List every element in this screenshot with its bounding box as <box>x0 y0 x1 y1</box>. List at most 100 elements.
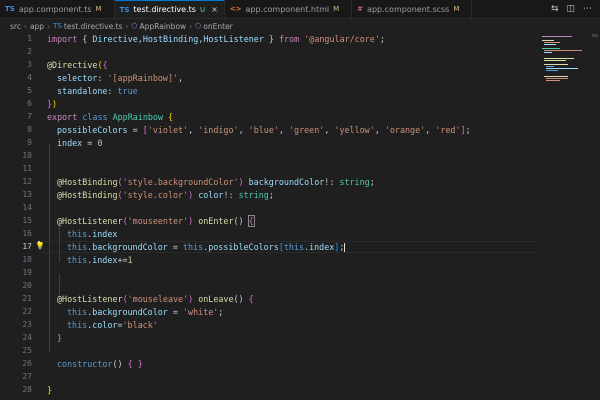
minimap[interactable] <box>540 34 590 84</box>
tab-label: app.component.ts <box>18 4 92 14</box>
token: this <box>283 242 305 252</box>
token: ) <box>52 99 58 109</box>
line-number-current: 17 <box>22 242 32 251</box>
line-number: 15 <box>22 216 32 225</box>
typescript-file-icon: TS <box>119 5 130 14</box>
token: ; <box>268 190 274 200</box>
typescript-file-icon: TS <box>5 5 15 13</box>
code-line: @HostBinding('style.backgroundColor') ba… <box>57 177 375 187</box>
split-editor-icon[interactable]: ◫ <box>566 4 575 14</box>
line-number: 2 <box>27 47 32 56</box>
code-line: @HostListener('mouseenter') onEnter() { <box>57 215 255 227</box>
token: = <box>82 138 98 148</box>
token: 'style.color' <box>122 190 189 200</box>
token: onEnter <box>198 216 234 226</box>
token: 'style.backgroundColor' <box>122 177 239 187</box>
line-number: 8 <box>27 125 32 134</box>
token: this <box>67 320 88 330</box>
breadcrumb-method[interactable]: onEnter <box>203 22 232 31</box>
code-line: this.index <box>67 229 117 239</box>
token: color <box>198 190 224 200</box>
code-line: this.backgroundColor = 'white'; <box>67 307 223 317</box>
line-number: 24 <box>22 333 32 342</box>
line-number: 14 <box>22 203 32 212</box>
text-cursor <box>344 243 346 252</box>
token: HostBinding <box>142 34 199 44</box>
line-number: 18 <box>22 255 32 264</box>
tab-label: app.component.html <box>245 4 330 14</box>
token: () <box>233 294 249 304</box>
token: = <box>167 242 183 252</box>
token: : <box>107 86 118 96</box>
minimap-line <box>544 50 582 51</box>
token: ; <box>379 34 385 44</box>
compare-changes-icon[interactable]: ⇆ <box>551 4 559 14</box>
breadcrumb-src[interactable]: src <box>10 22 21 31</box>
tab-label: app.component.scss <box>367 4 450 14</box>
untracked-badge: U <box>199 5 206 14</box>
minimap-line <box>544 44 556 45</box>
code-line: standalone: true <box>57 86 138 96</box>
code-line: import { Directive,HostBinding,HostListe… <box>47 34 385 44</box>
token: 'violet' <box>147 125 189 135</box>
token: { } <box>127 359 143 369</box>
token: , <box>188 125 199 135</box>
token: 'indigo' <box>198 125 239 135</box>
breadcrumb-file[interactable]: test.directive.ts <box>64 22 123 31</box>
line-number: 21 <box>22 294 32 303</box>
breadcrumb-class[interactable]: AppRainbow <box>140 22 187 31</box>
more-actions-icon[interactable]: ⋯ <box>583 4 592 14</box>
token: ; <box>465 125 471 135</box>
chevron-right-icon: › <box>125 21 129 31</box>
token: this <box>67 229 88 239</box>
token: true <box>117 86 138 96</box>
token: index <box>309 242 335 252</box>
breadcrumb-app[interactable]: app <box>30 22 44 31</box>
token: ; <box>369 177 375 187</box>
tab-app-component-html[interactable]: <> app.component.html M <box>225 0 353 18</box>
code-line: } <box>57 333 62 343</box>
vertical-scrollbar[interactable] <box>590 34 600 400</box>
minimap-line <box>544 64 568 65</box>
minimap-line <box>546 78 568 79</box>
line-number: 5 <box>27 86 32 95</box>
token: 'yellow' <box>334 125 375 135</box>
tab-app-component-ts[interactable]: TS app.component.ts M <box>0 0 115 18</box>
token: HostBinding <box>62 177 118 187</box>
token: backgroundColor <box>92 307 168 317</box>
line-number: 12 <box>22 177 32 186</box>
line-number: 13 <box>22 190 32 199</box>
chevron-right-icon: › <box>23 21 27 31</box>
token: Directive <box>52 60 98 70</box>
token: ; <box>218 307 224 317</box>
tab-test-directive-ts[interactable]: TS test.directive.ts U × <box>114 0 225 18</box>
code-editor[interactable]: 1 2 3 4 5 6 7 8 9 10 11 12 13 14 15 16 1… <box>0 34 600 400</box>
line-number: 20 <box>22 281 32 290</box>
code-line: this.index+=1 <box>67 255 133 265</box>
token: !: <box>223 190 239 200</box>
minimap-line <box>544 52 552 53</box>
method-icon: ⬡ <box>195 22 202 30</box>
token: , <box>374 125 385 135</box>
scrollbar-thumb[interactable] <box>592 34 598 37</box>
token: export <box>47 112 78 122</box>
token: , <box>324 125 335 135</box>
minimap-line <box>542 36 572 37</box>
code-line: index = 0 <box>57 138 102 148</box>
token: string <box>238 190 269 200</box>
html-file-icon: <> <box>229 5 242 13</box>
token: backgroundColor <box>92 242 168 252</box>
minimap-line <box>544 60 566 61</box>
token: { <box>248 294 254 304</box>
line-number: 25 <box>22 346 32 355</box>
code-line: possibleColors = ['violet', 'indigo', 'b… <box>57 125 471 135</box>
token: } <box>47 385 53 395</box>
tab-app-component-scss[interactable]: # app.component.scss M <box>352 0 473 18</box>
token: HostListener <box>203 34 264 44</box>
tab-label: test.directive.ts <box>133 5 196 14</box>
token: 'mouseleave' <box>127 294 189 304</box>
code-line: @HostListener('mouseleave') onLeave() { <box>57 294 254 304</box>
code-line: @Directive({ <box>47 60 108 70</box>
close-icon[interactable]: × <box>211 5 218 14</box>
token: constructor <box>57 359 113 369</box>
